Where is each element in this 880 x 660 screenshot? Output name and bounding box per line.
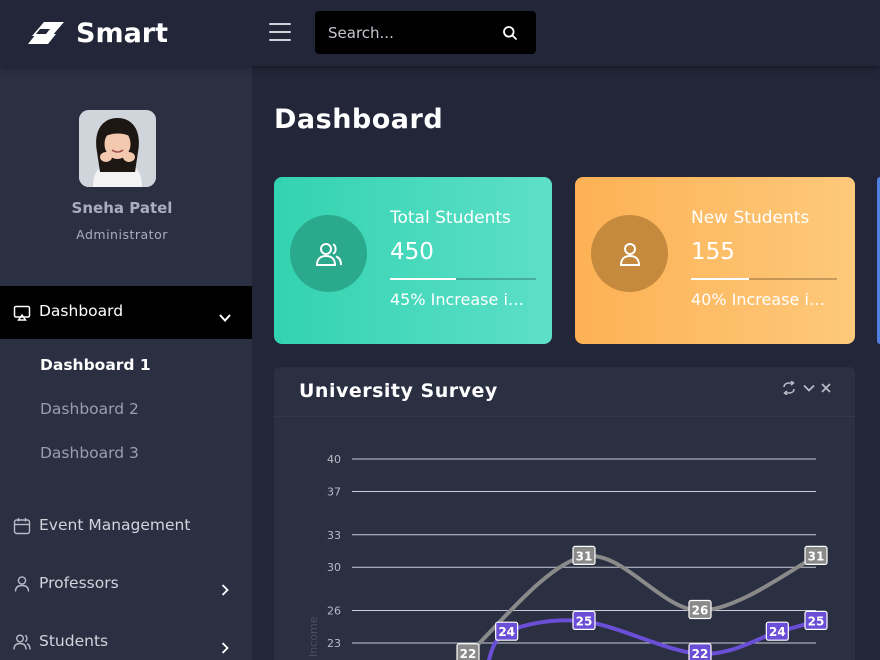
avatar-image xyxy=(79,110,156,187)
search-box xyxy=(315,11,536,54)
avatar[interactable] xyxy=(79,110,156,187)
sidebar-subitem-dashboard-3[interactable]: Dashboard 3 xyxy=(40,444,139,462)
card-label: New Students xyxy=(691,208,810,228)
sidebar-item-students[interactable]: Students xyxy=(0,622,252,660)
total-students-card[interactable]: Total Students 450 45% Increase in 28 Da… xyxy=(274,177,552,344)
svg-text:31: 31 xyxy=(576,549,593,563)
brand[interactable]: Smart xyxy=(28,16,168,50)
card-progress-fill xyxy=(390,278,456,280)
sidebar-item-dashboard[interactable]: Dashboard xyxy=(0,286,252,339)
monitor-icon xyxy=(13,305,31,321)
sidebar-item-event-management[interactable]: Event Management xyxy=(0,506,252,546)
survey-line-chart: 23 26 30 33 37 40 Income 22 31 26 31 24 25 22 24 25 xyxy=(307,453,828,660)
svg-text:25: 25 xyxy=(576,614,593,628)
search-icon[interactable] xyxy=(502,25,518,41)
card-note: 40% Increase in 28 Days xyxy=(691,290,831,309)
data-label: 24 xyxy=(495,621,519,641)
users-icon xyxy=(315,243,342,266)
data-label: 26 xyxy=(688,599,712,620)
page-title: Dashboard xyxy=(274,104,444,135)
svg-text:31: 31 xyxy=(808,549,825,563)
card-note: 45% Increase in 28 Days xyxy=(390,290,530,309)
y-tick-label: 40 xyxy=(327,453,341,466)
svg-text:22: 22 xyxy=(460,647,477,660)
sidebar-item-label: Professors xyxy=(39,574,119,592)
user-icon xyxy=(619,243,641,266)
profile-name: Sneha Patel xyxy=(71,199,173,217)
top-bar: Smart xyxy=(0,0,880,66)
svg-text:26: 26 xyxy=(692,604,709,618)
sidebar-item-label: Dashboard xyxy=(39,302,124,320)
data-label: 24 xyxy=(765,621,789,641)
series-line-1 xyxy=(456,553,817,660)
menu-toggle-button[interactable] xyxy=(269,23,291,43)
sidebar-item-professors[interactable]: Professors xyxy=(0,564,252,604)
search-input[interactable] xyxy=(315,11,495,54)
chevron-right-icon[interactable] xyxy=(218,641,232,655)
y-tick-label: 30 xyxy=(327,561,341,574)
card-icon-circle xyxy=(591,215,668,292)
y-axis-label: Income xyxy=(307,616,320,657)
new-students-card[interactable]: New Students 155 40% Increase in 28 Days xyxy=(575,177,855,344)
card-icon-circle xyxy=(290,215,367,292)
data-label: 25 xyxy=(572,610,596,630)
sidebar-subitem-dashboard-2[interactable]: Dashboard 2 xyxy=(40,400,139,418)
data-label: 22 xyxy=(456,643,480,660)
svg-text:24: 24 xyxy=(769,625,786,639)
users-icon xyxy=(13,634,31,650)
brand-logo-icon xyxy=(28,22,64,44)
y-tick-label: 26 xyxy=(327,605,341,618)
card-label: Total Students xyxy=(390,208,511,228)
data-label: 25 xyxy=(804,610,828,630)
y-tick-label: 37 xyxy=(327,485,341,498)
brand-name: Smart xyxy=(76,17,169,49)
svg-text:25: 25 xyxy=(808,614,825,628)
card-progress-bar xyxy=(691,278,837,280)
sidebar: Sneha Patel Administrator Dashboard Dash… xyxy=(0,66,252,660)
svg-text:22: 22 xyxy=(692,647,709,660)
profile-role: Administrator xyxy=(76,227,168,242)
sidebar-subitem-dashboard-1[interactable]: Dashboard 1 xyxy=(40,356,151,374)
data-label: 31 xyxy=(804,545,828,566)
chevron-down-icon[interactable] xyxy=(218,311,232,325)
chevron-right-icon[interactable] xyxy=(218,583,232,597)
y-tick-label: 33 xyxy=(327,529,341,542)
y-tick-label: 23 xyxy=(327,637,341,650)
user-icon xyxy=(14,576,30,592)
university-survey-panel: University Survey 23 26 30 33 37 40 Income 22… xyxy=(274,367,855,660)
calendar-icon xyxy=(13,518,31,535)
card-progress-bar xyxy=(390,278,536,280)
sidebar-item-label: Event Management xyxy=(39,516,191,534)
data-label: 22 xyxy=(688,643,712,660)
svg-text:24: 24 xyxy=(498,625,515,639)
card-progress-fill xyxy=(691,278,750,280)
card-value: 450 xyxy=(390,239,434,265)
data-label: 31 xyxy=(572,545,596,566)
sidebar-item-label: Students xyxy=(39,632,109,650)
card-value: 155 xyxy=(691,239,735,265)
